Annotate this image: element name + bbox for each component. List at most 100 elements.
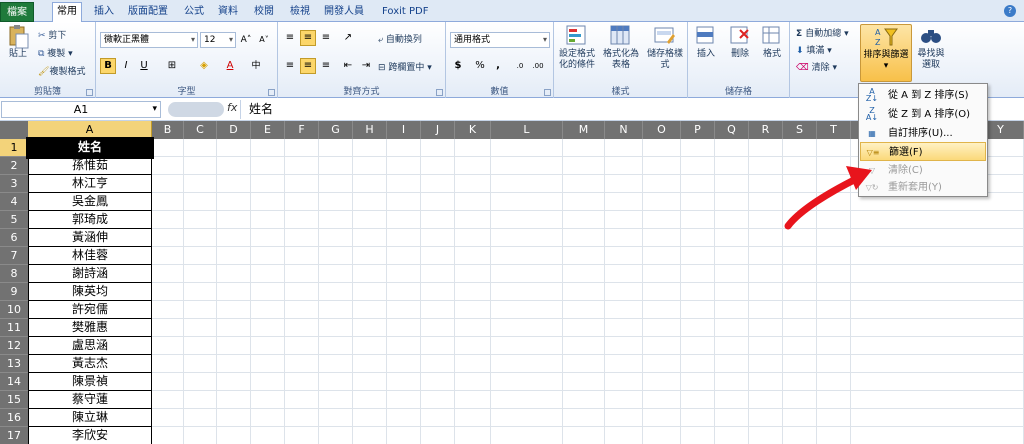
row-header-16[interactable]: 16 xyxy=(0,409,28,427)
column-header-t[interactable]: T xyxy=(817,121,851,139)
column-header-g[interactable]: G xyxy=(319,121,353,139)
insert-function-icon[interactable]: fx xyxy=(227,101,237,114)
cell-a2[interactable]: 孫惟茹 xyxy=(28,157,152,175)
column-header-r[interactable]: R xyxy=(749,121,783,139)
row-header-6[interactable]: 6 xyxy=(0,229,28,247)
increase-decimal-icon[interactable]: .0 xyxy=(512,58,528,74)
format-cells-button[interactable]: 格式 xyxy=(756,24,788,82)
clipboard-dialog-launcher[interactable] xyxy=(86,89,93,96)
format-as-table-button[interactable]: 格式化為表格 xyxy=(600,24,642,82)
align-center-icon[interactable]: ≡ xyxy=(300,58,316,74)
row-header-3[interactable]: 3 xyxy=(0,175,28,193)
align-top-icon[interactable]: ≡ xyxy=(282,30,298,46)
menu-item-sort-a-to-z[interactable]: A Z↓ 從 A 到 Z 排序(S) xyxy=(860,86,986,105)
column-header-b[interactable]: B xyxy=(152,121,184,139)
grow-font-button[interactable]: A˄ xyxy=(238,32,254,48)
cell-a9[interactable]: 陳英均 xyxy=(28,283,152,301)
tab-insert[interactable]: 插入 xyxy=(90,4,118,22)
row-header-2[interactable]: 2 xyxy=(0,157,28,175)
number-dialog-launcher[interactable] xyxy=(544,89,551,96)
cell-a14[interactable]: 陳景禎 xyxy=(28,373,152,391)
cell-a3[interactable]: 林江亨 xyxy=(28,175,152,193)
row-header-4[interactable]: 4 xyxy=(0,193,28,211)
tab-home[interactable]: 常用 xyxy=(52,2,82,23)
cell-a16[interactable]: 陳立琳 xyxy=(28,409,152,427)
align-right-icon[interactable]: ≡ xyxy=(318,58,334,74)
find-select-button[interactable]: 尋找與選取 xyxy=(914,24,948,82)
bold-button[interactable]: B xyxy=(100,58,116,74)
tab-file[interactable]: 檔案 xyxy=(0,2,34,22)
merge-center-button[interactable]: ⊟ 跨欄置中 ▾ xyxy=(378,60,432,73)
cell-a13[interactable]: 黃志杰 xyxy=(28,355,152,373)
decrease-indent-icon[interactable]: ⇤ xyxy=(340,58,356,74)
paste-button[interactable]: 貼上 xyxy=(2,24,34,82)
orientation-icon[interactable]: ↗ xyxy=(340,30,356,46)
fill-button[interactable]: ⬇ 填滿 ▾ xyxy=(796,43,832,56)
decrease-decimal-icon[interactable]: .00 xyxy=(530,58,546,74)
column-header-e[interactable]: E xyxy=(251,121,285,139)
cell-a7[interactable]: 林佳蓉 xyxy=(28,247,152,265)
cell-a5[interactable]: 郭琦成 xyxy=(28,211,152,229)
column-header-m[interactable]: M xyxy=(563,121,605,139)
comma-button[interactable]: , xyxy=(490,58,506,74)
column-header-h[interactable]: H xyxy=(353,121,387,139)
row-header-8[interactable]: 8 xyxy=(0,265,28,283)
cell-a8[interactable]: 謝詩涵 xyxy=(28,265,152,283)
column-header-i[interactable]: I xyxy=(387,121,421,139)
menu-item-custom-sort[interactable]: ▦ 自訂排序(U)... xyxy=(860,124,986,143)
font-dialog-launcher[interactable] xyxy=(268,89,275,96)
column-header-n[interactable]: N xyxy=(605,121,643,139)
row-header-1[interactable]: 1 xyxy=(0,139,28,157)
underline-button[interactable]: U xyxy=(136,58,152,74)
tab-developer[interactable]: 開發人員 xyxy=(320,4,368,22)
tab-view[interactable]: 檢視 xyxy=(286,4,314,22)
tab-foxit-pdf[interactable]: Foxit PDF xyxy=(378,4,432,22)
fill-color-icon[interactable]: ◈ xyxy=(196,58,212,74)
cell-a17[interactable]: 李欣安 xyxy=(28,427,152,444)
wrap-text-button[interactable]: ⤶ 自動換列 xyxy=(378,32,422,45)
name-box[interactable]: A1 xyxy=(1,101,161,118)
cell-a12[interactable]: 盧思涵 xyxy=(28,337,152,355)
sort-filter-button[interactable]: AZ 排序與篩選 ▾ xyxy=(860,24,912,82)
cell-styles-button[interactable]: 儲存格樣式 xyxy=(644,24,686,82)
currency-button[interactable]: $ xyxy=(450,58,466,74)
percent-button[interactable]: % xyxy=(472,58,488,74)
column-header-d[interactable]: D xyxy=(217,121,251,139)
column-header-c[interactable]: C xyxy=(184,121,217,139)
cut-button[interactable]: ✂ 剪下 xyxy=(38,28,66,41)
tab-data[interactable]: 資料 xyxy=(214,4,242,22)
copy-button[interactable]: ⧉ 複製 ▾ xyxy=(38,46,73,59)
row-header-7[interactable]: 7 xyxy=(0,247,28,265)
column-header-j[interactable]: J xyxy=(421,121,455,139)
align-bottom-icon[interactable]: ≡ xyxy=(318,30,334,46)
cell-a11[interactable]: 樊雅惠 xyxy=(28,319,152,337)
row-header-13[interactable]: 13 xyxy=(0,355,28,373)
delete-cells-button[interactable]: 刪除 xyxy=(724,24,756,82)
row-header-14[interactable]: 14 xyxy=(0,373,28,391)
clear-button[interactable]: ⌫ 清除 ▾ xyxy=(796,60,837,73)
format-painter-button[interactable]: 🖌複製格式 xyxy=(38,64,85,77)
select-all-corner[interactable] xyxy=(0,121,28,139)
row-header-12[interactable]: 12 xyxy=(0,337,28,355)
column-header-a[interactable]: A xyxy=(28,121,152,139)
column-header-p[interactable]: P xyxy=(681,121,715,139)
row-header-9[interactable]: 9 xyxy=(0,283,28,301)
shrink-font-button[interactable]: A˅ xyxy=(256,32,272,48)
column-header-s[interactable]: S xyxy=(783,121,817,139)
phonetic-icon[interactable]: 中 xyxy=(248,58,264,74)
column-header-q[interactable]: Q xyxy=(715,121,749,139)
column-header-k[interactable]: K xyxy=(455,121,491,139)
align-middle-icon[interactable]: ≡ xyxy=(300,30,316,46)
font-size-select[interactable]: 12 xyxy=(200,32,236,48)
tab-page-layout[interactable]: 版面配置 xyxy=(124,4,172,22)
italic-button[interactable]: I xyxy=(118,58,134,74)
align-left-icon[interactable]: ≡ xyxy=(282,58,298,74)
tab-review[interactable]: 校閱 xyxy=(250,4,278,22)
row-header-17[interactable]: 17 xyxy=(0,427,28,444)
formula-bar-splitter[interactable] xyxy=(168,102,224,117)
font-color-icon[interactable]: A xyxy=(222,58,238,74)
alignment-dialog-launcher[interactable] xyxy=(436,89,443,96)
menu-item-sort-z-to-a[interactable]: Z A↓ 從 Z 到 A 排序(O) xyxy=(860,105,986,124)
column-header-o[interactable]: O xyxy=(643,121,681,139)
insert-cells-button[interactable]: 插入 xyxy=(690,24,722,82)
